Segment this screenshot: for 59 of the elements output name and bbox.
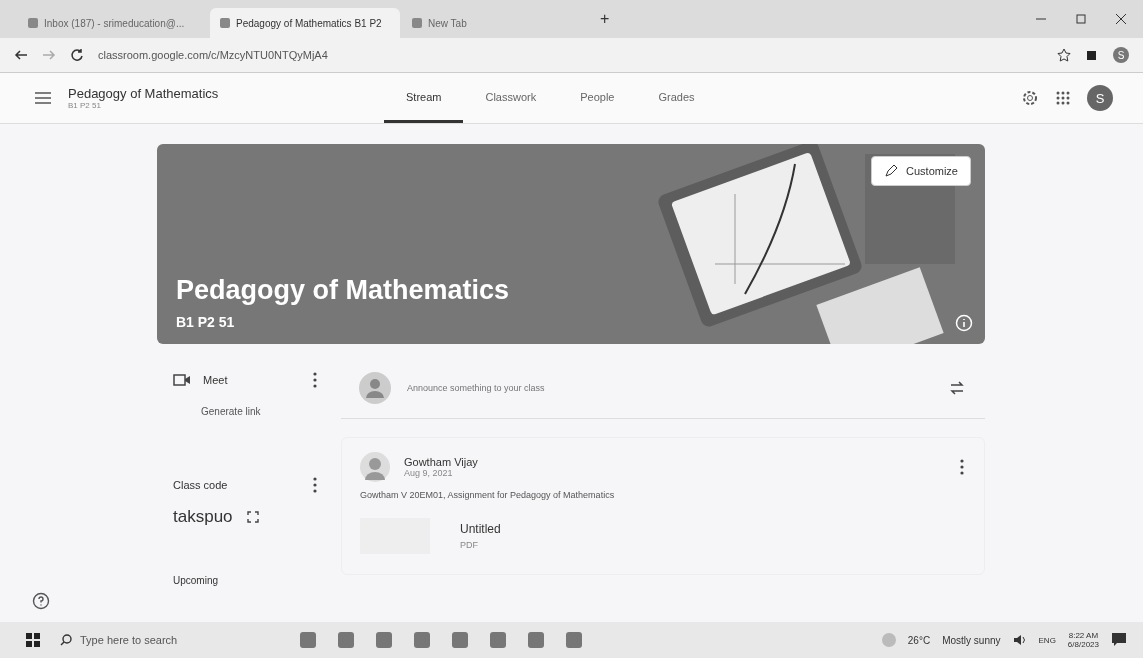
post-date: Aug 9, 2021 (404, 468, 454, 478)
class-title: Pedagogy of Mathematics (68, 86, 220, 101)
menu-icon[interactable] (34, 91, 52, 105)
account-avatar[interactable]: S (1087, 85, 1113, 111)
back-arrow-icon[interactable] (14, 48, 28, 62)
restore-icon[interactable] (1075, 13, 1087, 25)
nav-tab[interactable]: Stream (384, 73, 464, 123)
apps-grid-icon[interactable] (1055, 90, 1071, 106)
banner-title: Pedagogy of Mathematics (176, 275, 510, 306)
clock-date[interactable]: 6/8/2023 (1067, 640, 1099, 649)
nav-tab[interactable]: People (558, 73, 637, 123)
page-icon (28, 18, 38, 28)
class-code: takspuo (173, 507, 233, 527)
nav-tab[interactable]: Classwork (463, 73, 559, 123)
meet-label: Meet (203, 374, 229, 386)
browser-tab[interactable]: New Tab (402, 8, 592, 38)
upcoming-heading: Upcoming (173, 575, 220, 586)
attachment[interactable]: Untitled PDF (360, 518, 964, 554)
generate-link[interactable]: Generate link (201, 406, 317, 417)
class-code-label: Class code (173, 479, 229, 491)
user-avatar-icon (359, 372, 391, 404)
announce-field[interactable]: Announce something to your class (405, 382, 935, 394)
address-bar[interactable]: classroom.google.com/c/MzcyNTU0NTQyMjA4 (98, 49, 1043, 61)
video-camera-icon (173, 373, 191, 387)
page-icon (412, 18, 422, 28)
more-options-icon[interactable] (313, 372, 317, 388)
weather-text: Mostly sunny (942, 634, 1001, 646)
browser-tab[interactable]: Inbox (187) - srimeducation@... (18, 8, 208, 38)
fullscreen-icon[interactable] (246, 511, 259, 523)
post-text: Gowtham V 20EM01, Assignment for Pedagogy of Mathematics (360, 490, 616, 500)
more-options-icon[interactable] (960, 459, 964, 475)
taskbar-search-field[interactable]: Type here to search (60, 634, 280, 646)
search-icon (60, 634, 72, 646)
windows-logo-icon[interactable] (26, 633, 40, 647)
profile-avatar[interactable]: S (1113, 47, 1129, 63)
temperature: 26°C (907, 634, 931, 646)
settings-icon[interactable] (1021, 89, 1039, 107)
help-icon[interactable] (32, 592, 50, 610)
more-options-icon[interactable] (313, 477, 317, 493)
post-author: Gowtham Vijay (404, 456, 479, 468)
speaker-icon[interactable] (1012, 634, 1027, 646)
page-icon (220, 18, 230, 28)
browser-tab[interactable]: Pedagogy of Mathematics B1 P2 (210, 8, 400, 38)
language-indicator[interactable]: ENG (1038, 635, 1056, 645)
reload-icon[interactable] (70, 48, 84, 62)
new-tab-button[interactable]: + (594, 9, 616, 29)
close-icon[interactable] (1115, 13, 1127, 25)
clock-time[interactable]: 8:22 AM (1068, 631, 1099, 640)
info-icon[interactable] (955, 314, 973, 332)
pencil-icon (884, 164, 899, 178)
repost-icon[interactable] (949, 380, 965, 396)
author-avatar-icon (360, 452, 390, 482)
star-icon[interactable] (1057, 48, 1071, 62)
weather-icon (881, 633, 896, 647)
banner-section: B1 P2 51 (176, 314, 235, 330)
class-section: B1 P2 51 (68, 101, 368, 110)
customize-button[interactable]: Customize (871, 156, 971, 186)
nav-tab[interactable]: Grades (636, 73, 717, 123)
notifications-icon[interactable] (1111, 632, 1127, 648)
